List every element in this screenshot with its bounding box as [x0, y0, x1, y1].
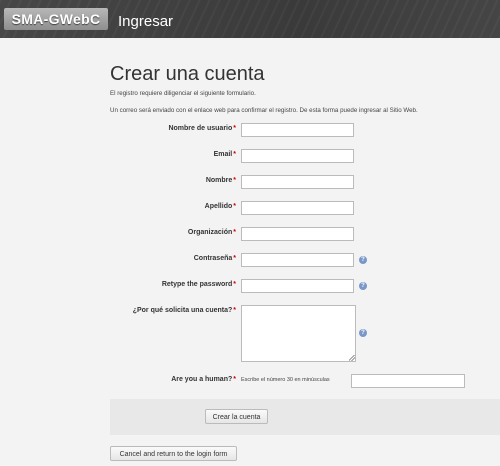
resize-grip-icon[interactable] — [349, 355, 355, 361]
help-question-icon[interactable]: ? — [359, 256, 367, 264]
field-row-password: Contraseña* ? — [110, 253, 500, 267]
email-confirmation-note: Un correo será enviado con el enlace web… — [110, 107, 418, 114]
captcha-hint: Escribe el número 30 en minúsculas — [241, 377, 330, 383]
field-row-reason: ¿Por qué solicita una cuenta?* ? — [110, 305, 500, 362]
field-row-organization: Organización* — [110, 227, 500, 241]
first-name-label: Nombre* — [205, 177, 236, 184]
field-row-username: Nombre de usuario* — [110, 123, 500, 137]
required-marker: * — [233, 229, 236, 236]
intro-note: El registro requiere diligenciar el sigu… — [110, 90, 256, 97]
required-marker: * — [233, 151, 236, 158]
password-label: Contraseña* — [193, 255, 236, 262]
field-row-retype-password: Retype the password* ? — [110, 279, 500, 293]
retype-password-input[interactable] — [241, 279, 354, 293]
page-title: Crear una cuenta — [110, 63, 265, 85]
required-marker: * — [233, 177, 236, 184]
top-header-bar: SMA-GWebC Ingresar — [0, 0, 500, 38]
field-row-last-name: Apellido* — [110, 201, 500, 215]
reason-label: ¿Por qué solicita una cuenta?* — [132, 307, 236, 314]
email-label: Email* — [213, 151, 236, 158]
cancel-return-login-button[interactable]: Cancel and return to the login form — [110, 446, 237, 461]
required-marker: * — [233, 203, 236, 210]
required-marker: * — [233, 125, 236, 132]
required-marker: * — [233, 307, 236, 314]
email-input[interactable] — [241, 149, 354, 163]
last-name-label: Apellido* — [204, 203, 236, 210]
password-input[interactable] — [241, 253, 354, 267]
organization-input[interactable] — [241, 227, 354, 241]
header-title: Ingresar — [118, 13, 174, 30]
required-marker: * — [233, 281, 236, 288]
reason-textarea[interactable] — [241, 305, 356, 362]
create-account-button[interactable]: Crear la cuenta — [205, 409, 268, 424]
field-row-captcha: Are you a human?* Escribe el número 30 e… — [110, 374, 500, 388]
username-label: Nombre de usuario* — [168, 125, 236, 132]
required-marker: * — [233, 255, 236, 262]
last-name-input[interactable] — [241, 201, 354, 215]
captcha-input[interactable] — [351, 374, 465, 388]
retype-password-label: Retype the password* — [161, 281, 236, 288]
help-question-icon[interactable]: ? — [359, 329, 367, 337]
form-actions: Crear la cuenta — [110, 399, 500, 435]
help-question-icon[interactable]: ? — [359, 282, 367, 290]
captcha-label: Are you a human?* — [171, 376, 236, 383]
first-name-input[interactable] — [241, 175, 354, 189]
username-input[interactable] — [241, 123, 354, 137]
site-logo[interactable]: SMA-GWebC — [4, 8, 108, 30]
organization-label: Organización* — [187, 229, 236, 236]
field-row-email: Email* — [110, 149, 500, 163]
field-row-first-name: Nombre* — [110, 175, 500, 189]
required-marker: * — [233, 376, 236, 383]
